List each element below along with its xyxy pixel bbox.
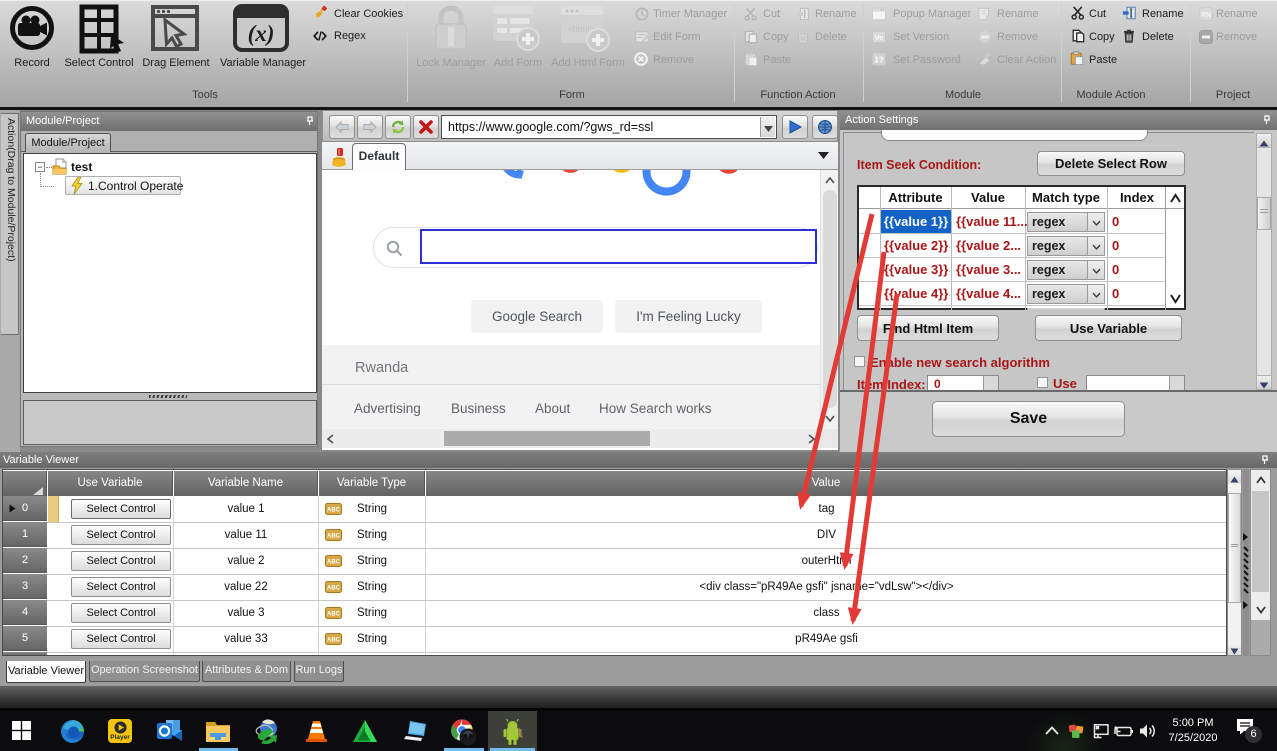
svg-text:ABC: ABC — [327, 560, 341, 566]
svg-text:RN: RN — [1201, 12, 1211, 19]
svg-text:ABC: ABC — [327, 612, 341, 618]
svg-text:1?: 1? — [874, 55, 884, 64]
svg-text:ABC: ABC — [327, 586, 341, 592]
svg-text:ABC: ABC — [327, 638, 341, 644]
svg-text:ABC: ABC — [327, 534, 341, 540]
svg-text:Ve: Ve — [875, 33, 884, 42]
svg-text:(x): (x) — [248, 21, 275, 46]
svg-text:ABC: ABC — [327, 508, 341, 514]
